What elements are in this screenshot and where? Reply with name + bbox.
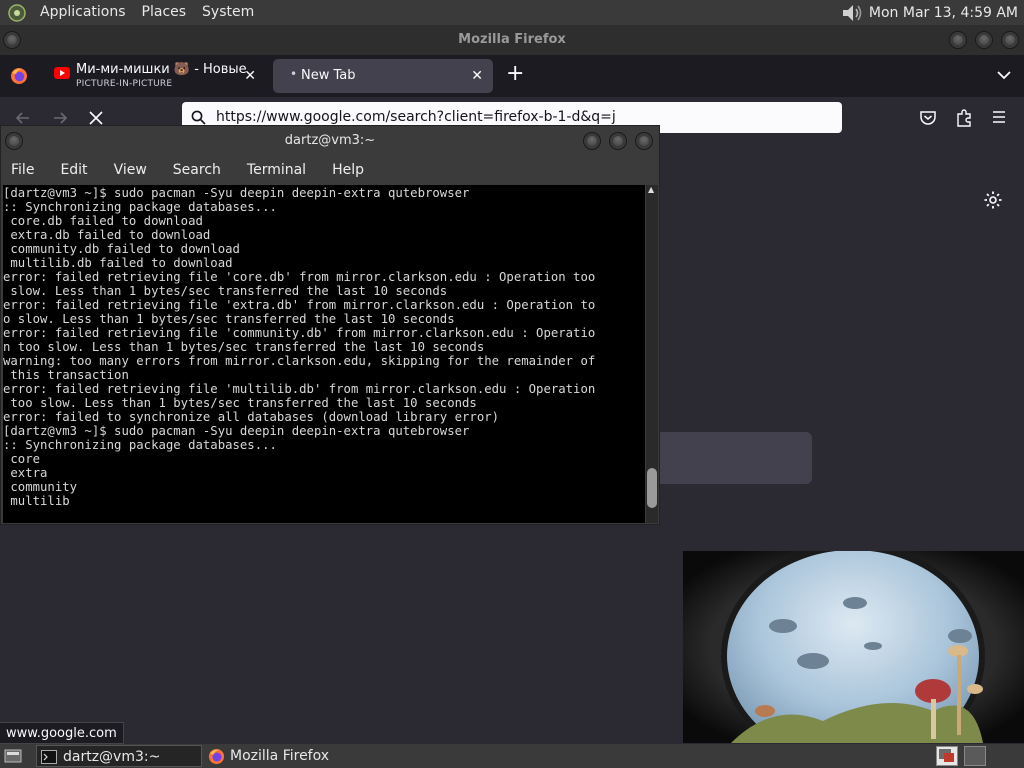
terminal-line: n too slow. Less than 1 bytes/sec transf… xyxy=(3,340,485,354)
tab-title: New Tab xyxy=(301,68,356,83)
scrollbar-thumb[interactable] xyxy=(647,468,657,508)
terminal-line: multilib.db failed to download xyxy=(3,256,233,270)
terminal-line: too slow. Less than 1 bytes/sec transfer… xyxy=(3,396,477,410)
menu-view[interactable]: View xyxy=(114,162,147,178)
firefox-icon[interactable] xyxy=(10,67,28,85)
stop-loading-icon[interactable] xyxy=(88,110,104,126)
terminal-line: community.db failed to download xyxy=(3,242,240,256)
terminal-icon xyxy=(41,750,57,764)
menu-help[interactable]: Help xyxy=(332,162,364,178)
youtube-icon xyxy=(54,67,70,79)
minimize-button[interactable] xyxy=(583,132,601,150)
pocket-icon[interactable] xyxy=(919,109,937,127)
tab-new-tab[interactable]: • New Tab ✕ xyxy=(273,59,493,93)
terminal-line: error: failed retrieving file 'community… xyxy=(3,326,596,340)
terminal-output[interactable]: [dartz@vm3 ~]$ sudo pacman -Syu deepin d… xyxy=(3,185,645,523)
close-window-button[interactable] xyxy=(1001,31,1019,49)
terminal-line: warning: too many errors from mirror.cla… xyxy=(3,354,596,368)
search-icon xyxy=(191,110,206,125)
window-menu-button[interactable] xyxy=(3,31,21,49)
clock[interactable]: Mon Mar 13, 4:59 AM xyxy=(869,5,1018,21)
workspace-2-icon[interactable] xyxy=(964,746,986,766)
bottom-panel: dartz@vm3:~ Mozilla Firefox xyxy=(0,744,1024,768)
window-menu-button[interactable] xyxy=(5,132,23,150)
terminal-line: :: Synchronizing package databases... xyxy=(3,200,277,214)
terminal-line: extra.db failed to download xyxy=(3,228,211,242)
url-text[interactable]: https://www.google.com/search?client=fir… xyxy=(216,109,616,125)
firefox-window-title: Mozilla Firefox xyxy=(458,32,566,47)
system-menu[interactable]: System xyxy=(194,0,262,25)
firefox-icon xyxy=(208,748,225,765)
puzzle-icon[interactable] xyxy=(955,108,973,127)
new-tab-button[interactable]: + xyxy=(506,61,524,86)
menu-search[interactable]: Search xyxy=(173,162,221,178)
places-menu[interactable]: Places xyxy=(134,0,195,25)
menu-edit[interactable]: Edit xyxy=(60,162,87,178)
terminal-line: [dartz@vm3 ~]$ sudo pacman -Syu deepin d… xyxy=(3,424,470,438)
menu-terminal[interactable]: Terminal xyxy=(247,162,306,178)
picture-in-picture-video[interactable] xyxy=(683,551,1024,743)
terminal-line: o slow. Less than 1 bytes/sec transferre… xyxy=(3,312,455,326)
terminal-line: extra xyxy=(3,466,48,480)
terminal-window[interactable]: dartz@vm3:~ File Edit View Search Termin… xyxy=(0,125,660,525)
cartoon-video-frame xyxy=(683,551,1024,743)
tab-title: Ми-ми-мишки 🐻 - Новые серии xyxy=(76,62,246,77)
terminal-line: :: Synchronizing package databases... xyxy=(3,438,277,452)
close-tab-icon[interactable]: ✕ xyxy=(471,68,483,84)
terminal-line: this transaction xyxy=(3,368,129,382)
hamburger-icon[interactable] xyxy=(991,110,1007,124)
link-status-tooltip: www.google.com xyxy=(0,722,124,744)
terminal-menubar: File Edit View Search Terminal Help xyxy=(1,156,659,184)
firefox-tab-bar: Ми-ми-мишки 🐻 - Новые серии PICTURE-IN-P… xyxy=(0,55,1024,97)
shortcut-tile[interactable] xyxy=(655,432,812,484)
terminal-line: [dartz@vm3 ~]$ sudo pacman -Syu deepin d… xyxy=(3,186,470,200)
show-desktop-icon[interactable] xyxy=(4,749,22,763)
gnome-foot-icon[interactable] xyxy=(8,3,26,22)
terminal-line: error: failed retrieving file 'core.db' … xyxy=(3,270,596,284)
panel-tray: Mon Mar 13, 4:59 AM xyxy=(841,3,1024,23)
list-all-tabs-icon[interactable] xyxy=(996,69,1012,81)
speaker-icon[interactable] xyxy=(841,3,863,23)
tab-subtitle: PICTURE-IN-PICTURE xyxy=(76,79,173,89)
maximize-button[interactable] xyxy=(609,132,627,150)
tab-youtube-video[interactable]: Ми-ми-мишки 🐻 - Новые серии PICTURE-IN-P… xyxy=(48,59,266,93)
taskbar-item-terminal[interactable]: dartz@vm3:~ xyxy=(36,745,202,767)
firefox-titlebar[interactable]: Mozilla Firefox xyxy=(0,25,1024,55)
workspace-switcher-icon[interactable] xyxy=(936,746,958,766)
taskbar-label: dartz@vm3:~ xyxy=(63,749,161,765)
loading-dot-icon: • xyxy=(290,67,298,81)
scroll-up-arrow-icon[interactable]: ▲ xyxy=(648,185,654,194)
terminal-window-title: dartz@vm3:~ xyxy=(284,133,376,148)
maximize-button[interactable] xyxy=(975,31,993,49)
terminal-line: core.db failed to download xyxy=(3,214,203,228)
terminal-line: error: failed retrieving file 'multilib.… xyxy=(3,382,596,396)
taskbar-item-firefox[interactable]: Mozilla Firefox xyxy=(204,745,384,767)
minimize-button[interactable] xyxy=(949,31,967,49)
terminal-line: slow. Less than 1 bytes/sec transferred … xyxy=(3,284,448,298)
terminal-line: error: failed retrieving file 'extra.db'… xyxy=(3,298,596,312)
taskbar-label: Mozilla Firefox xyxy=(230,748,330,764)
terminal-line: multilib xyxy=(3,494,70,508)
terminal-line: core xyxy=(3,452,41,466)
close-window-button[interactable] xyxy=(635,132,653,150)
menu-file[interactable]: File xyxy=(11,162,34,178)
terminal-scrollbar[interactable]: ▲ xyxy=(646,185,658,523)
close-tab-icon[interactable]: ✕ xyxy=(244,68,256,84)
terminal-line: error: failed to synchronize all databas… xyxy=(3,410,500,424)
terminal-line: community xyxy=(3,480,78,494)
terminal-titlebar[interactable]: dartz@vm3:~ xyxy=(1,126,659,156)
applications-menu[interactable]: Applications xyxy=(32,0,134,25)
gear-icon[interactable] xyxy=(983,190,1003,210)
top-panel: Applications Places System Mon Mar 13, 4… xyxy=(0,0,1024,25)
